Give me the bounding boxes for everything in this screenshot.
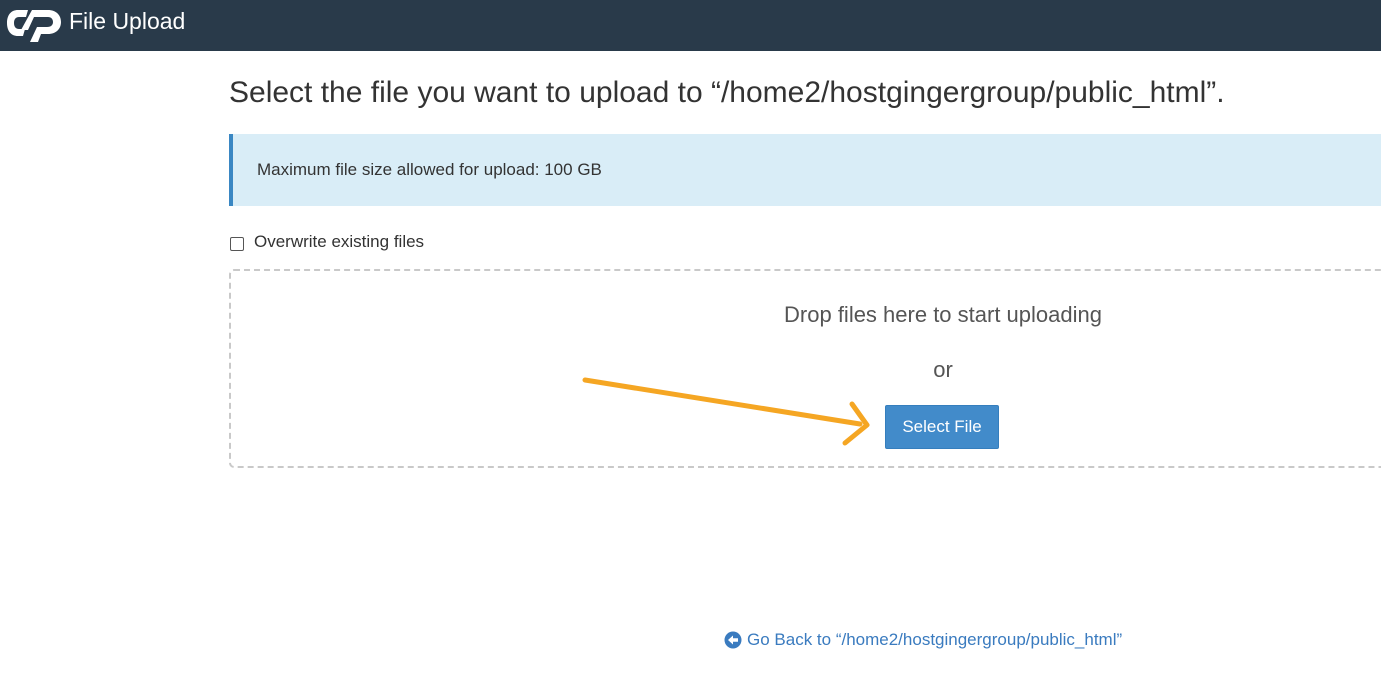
file-drop-zone[interactable]: Drop files here to start uploading or Se… (229, 269, 1381, 468)
overwrite-label[interactable]: Overwrite existing files (254, 232, 424, 252)
app-title: File Upload (69, 8, 186, 34)
top-header: File Upload (0, 0, 1381, 51)
or-text: or (933, 357, 953, 382)
arrow-circle-left-icon[interactable] (724, 631, 742, 649)
overwrite-option[interactable]: Overwrite existing files (229, 231, 424, 253)
overwrite-checkbox[interactable] (230, 236, 244, 251)
max-file-size-text: Maximum file size allowed for upload: 10… (257, 160, 602, 179)
select-file-button[interactable]: Select File (885, 405, 999, 449)
go-back-link[interactable]: Go Back to “/home2/hostgingergroup/publi… (724, 629, 1122, 651)
drop-files-text: Drop files here to start uploading (784, 302, 1102, 327)
info-alert: Maximum file size allowed for upload: 10… (229, 134, 1381, 206)
page-title: Select the file you want to upload to “/… (229, 76, 1225, 109)
cpanel-logo-icon[interactable] (6, 4, 64, 42)
go-back-text[interactable]: Go Back to “/home2/hostgingergroup/publi… (747, 629, 1122, 651)
